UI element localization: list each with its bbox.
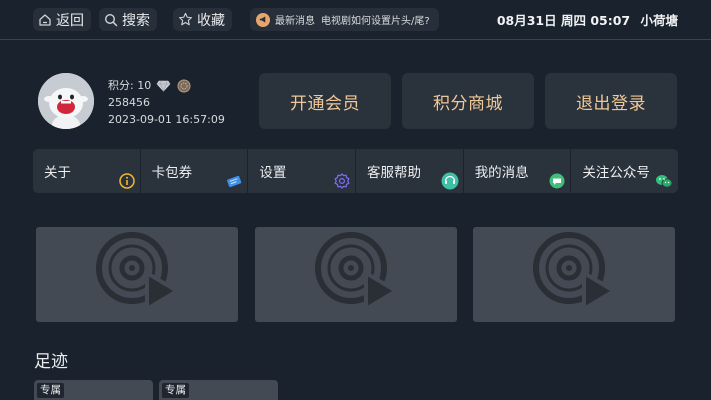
diamond-icon bbox=[156, 80, 171, 92]
search-icon bbox=[104, 13, 118, 27]
vip-button[interactable]: 开通会员 bbox=[259, 73, 391, 129]
exclusive-badge: 专属 bbox=[162, 383, 189, 398]
menu-label: 关于 bbox=[44, 165, 71, 181]
favorites-label: 收藏 bbox=[197, 12, 225, 29]
news-text: 电视剧如何设置片头/尾? bbox=[321, 16, 430, 27]
user-name: 小荷塘 bbox=[640, 13, 678, 28]
settings-icon bbox=[334, 173, 350, 189]
history-item[interactable]: 专属 bbox=[159, 380, 278, 400]
top-bar: 返回 搜索 收藏 最新消息 电视剧如何设置片头/尾? 08月31日 周四 05:… bbox=[0, 0, 711, 40]
history-title: 足迹 bbox=[34, 352, 68, 372]
menu-support[interactable]: 客服帮助 bbox=[356, 149, 464, 193]
menu-label: 设置 bbox=[259, 165, 287, 181]
menu-row: 关于 卡包券 设置 客服帮助 我的消息 关注公众号 bbox=[33, 149, 679, 193]
video-placeholder-icon bbox=[532, 231, 616, 319]
info-icon bbox=[118, 173, 135, 189]
menu-settings[interactable]: 设置 bbox=[248, 149, 357, 193]
video-placeholder-icon bbox=[314, 231, 398, 319]
ticket-icon bbox=[226, 173, 242, 189]
avatar[interactable] bbox=[38, 73, 94, 129]
search-button[interactable]: 搜索 bbox=[99, 8, 157, 31]
news-ticker[interactable]: 最新消息 电视剧如何设置片头/尾? bbox=[250, 8, 439, 31]
menu-wechat[interactable]: 关注公众号 bbox=[571, 149, 679, 193]
points-shop-button[interactable]: 积分商城 bbox=[402, 73, 534, 129]
favorites-button[interactable]: 收藏 bbox=[173, 8, 232, 31]
wechat-icon bbox=[655, 173, 673, 189]
back-button[interactable]: 返回 bbox=[33, 8, 91, 31]
search-label: 搜索 bbox=[122, 12, 150, 29]
content-card[interactable] bbox=[473, 227, 675, 322]
menu-label: 关注公众号 bbox=[582, 165, 650, 181]
datetime: 08月31日 周四 05:07 bbox=[496, 13, 631, 28]
points-label: 积分: 10 bbox=[108, 79, 152, 92]
menu-label: 卡包券 bbox=[151, 165, 193, 181]
user-info: 积分: 10 258456 2023-09-01 16:57:09 bbox=[108, 78, 225, 129]
megaphone-icon bbox=[256, 12, 270, 27]
news-label: 最新消息 bbox=[275, 16, 315, 27]
message-icon bbox=[549, 173, 565, 189]
logout-button[interactable]: 退出登录 bbox=[545, 73, 677, 129]
coin-icon bbox=[177, 79, 191, 93]
content-card[interactable] bbox=[255, 227, 457, 322]
history-item[interactable]: 专属 bbox=[34, 380, 153, 400]
exclusive-badge: 专属 bbox=[37, 383, 64, 398]
support-icon bbox=[441, 172, 459, 190]
back-label: 返回 bbox=[56, 12, 84, 29]
status-area: 08月31日 周四 05:07 小荷塘 bbox=[497, 10, 678, 29]
menu-messages[interactable]: 我的消息 bbox=[463, 149, 572, 193]
user-id: 258456 bbox=[108, 96, 150, 109]
menu-label: 客服帮助 bbox=[367, 165, 422, 181]
menu-about[interactable]: 关于 bbox=[33, 149, 141, 193]
content-card[interactable] bbox=[36, 227, 238, 322]
home-icon bbox=[38, 13, 52, 27]
star-icon bbox=[178, 12, 193, 27]
registered-time: 2023-09-01 16:57:09 bbox=[108, 113, 225, 126]
video-placeholder-icon bbox=[95, 231, 179, 319]
menu-coupons[interactable]: 卡包券 bbox=[140, 149, 249, 193]
menu-label: 我的消息 bbox=[474, 165, 529, 181]
